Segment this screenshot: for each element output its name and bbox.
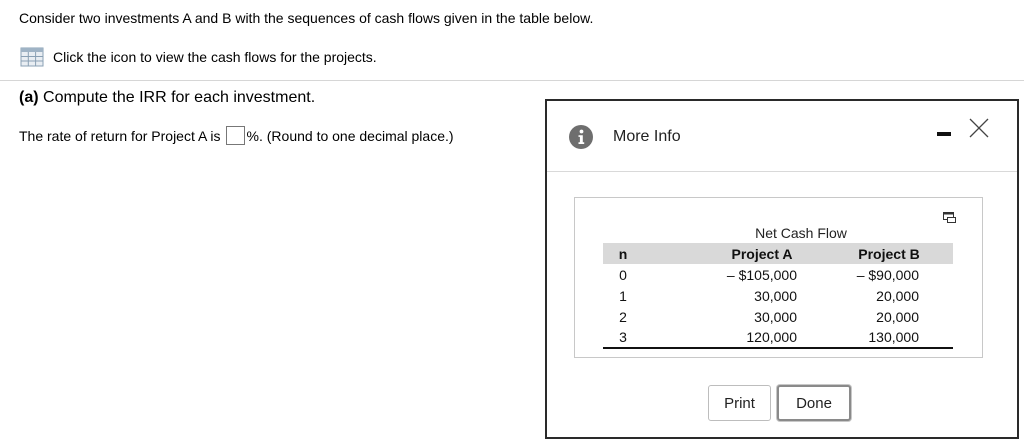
cell-n: 3 bbox=[603, 327, 699, 349]
more-info-dialog: More Info Net Cash Flow n Project A Proj… bbox=[545, 99, 1019, 439]
question-text: Consider two investments A and B with th… bbox=[19, 10, 594, 26]
dialog-title: More Info bbox=[613, 128, 681, 145]
column-header-project-b: Project B bbox=[858, 245, 920, 262]
close-icon[interactable] bbox=[968, 117, 990, 139]
part-a-title: (a) Compute the IRR for each investment. bbox=[19, 89, 315, 107]
column-header-n: n bbox=[618, 245, 628, 262]
dialog-header-divider bbox=[547, 171, 1017, 172]
part-label: (a) bbox=[19, 89, 39, 106]
cell-project-a: 120,000 bbox=[699, 327, 825, 349]
cell-project-a: 30,000 bbox=[754, 308, 797, 325]
cell-n: 0 bbox=[619, 266, 627, 283]
part-title-text: Compute the IRR for each investment. bbox=[38, 89, 316, 106]
cell-project-b: 20,000 bbox=[876, 308, 919, 325]
cell-project-a: 30,000 bbox=[754, 287, 797, 304]
cell-project-b: 20,000 bbox=[876, 287, 919, 304]
column-header-project-a: Project A bbox=[731, 245, 793, 262]
minimize-icon[interactable] bbox=[937, 132, 951, 136]
copy-icon[interactable] bbox=[943, 211, 957, 223]
table-row: 2 30,000 20,000 bbox=[603, 306, 953, 327]
view-cash-flows-link[interactable]: Click the icon to view the cash flows fo… bbox=[20, 46, 377, 68]
table-header-row: n Project A Project B bbox=[603, 243, 953, 264]
answer-prompt-prefix: The rate of return for Project A is bbox=[19, 127, 221, 144]
cell-project-b: – $90,000 bbox=[856, 266, 919, 283]
table-row: 3 120,000 130,000 bbox=[603, 327, 953, 349]
answer-line: The rate of return for Project A is %. (… bbox=[19, 126, 454, 145]
dialog-header: More Info bbox=[547, 101, 1017, 171]
cell-project-a: – $105,000 bbox=[726, 266, 797, 283]
print-button[interactable]: Print bbox=[708, 385, 771, 421]
cell-n: 1 bbox=[619, 287, 627, 304]
cash-flow-panel: Net Cash Flow n Project A Project B 0 – … bbox=[574, 197, 983, 358]
info-icon bbox=[569, 125, 593, 149]
view-cash-flows-text[interactable]: Click the icon to view the cash flows fo… bbox=[53, 49, 377, 65]
table-icon[interactable] bbox=[20, 47, 44, 67]
cell-project-b: 130,000 bbox=[825, 327, 953, 349]
cell-n: 2 bbox=[619, 308, 627, 325]
done-button[interactable]: Done bbox=[777, 385, 851, 421]
table-row: 0 – $105,000 – $90,000 bbox=[603, 264, 953, 285]
table-row: 1 30,000 20,000 bbox=[603, 285, 953, 306]
answer-prompt-suffix: %. (Round to one decimal place.) bbox=[246, 127, 454, 144]
section-divider bbox=[0, 80, 1024, 81]
cash-flow-table: n Project A Project B 0 – $105,000 – $90… bbox=[603, 243, 953, 349]
irr-answer-input[interactable] bbox=[225, 126, 245, 145]
table-caption: Net Cash Flow bbox=[755, 225, 847, 241]
